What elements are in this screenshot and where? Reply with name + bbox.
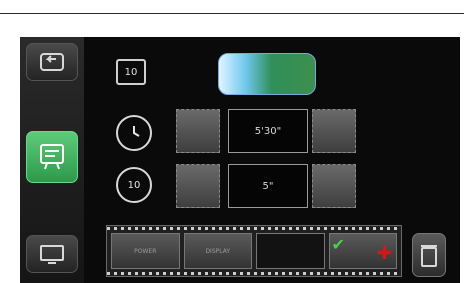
film-cell-1[interactable]: POWER [111,233,180,269]
device-screen: 10 5'30" 10 5" POWER DISPLAY ✔ ✚ [20,37,460,283]
film-cell-4[interactable]: ✔ ✚ [328,233,397,269]
timer-increase-button[interactable] [312,109,356,153]
back-button[interactable] [26,43,78,81]
menu-icon [37,141,67,173]
sidebar [20,37,84,283]
film-cell-2[interactable]: DISPLAY [183,233,252,269]
repeat-increase-button[interactable] [312,164,356,208]
filmstrip[interactable]: POWER DISPLAY ✔ ✚ [106,225,402,277]
repeat-icon-label: 10 [127,179,141,191]
menu-button[interactable] [26,131,78,183]
film-label-1: POWER [134,247,157,255]
power-toggle[interactable] [218,53,316,95]
timer-value-display: 5'30" [228,109,308,153]
tv-button[interactable] [26,235,78,273]
target-icon: ✚ [376,243,392,264]
timer-value: 5'30" [254,125,282,137]
repeat-icon: 10 [116,167,152,203]
mode-icon: 10 [116,59,146,85]
repeat-value: 5" [262,180,274,192]
repeat-decrease-button[interactable] [176,164,220,208]
top-divider [0,13,464,14]
film-label-2: DISPLAY [205,247,231,255]
trash-button[interactable] [412,233,446,277]
check-icon: ✔ [331,235,345,254]
mode-label: 10 [124,66,138,78]
film-cell-3[interactable] [256,233,325,269]
timer-decrease-button[interactable] [176,109,220,153]
clock-icon [116,115,152,151]
repeat-value-display: 5" [228,164,308,208]
trash-icon [419,242,439,268]
tv-icon [38,243,66,265]
back-arrow-icon [38,51,66,73]
